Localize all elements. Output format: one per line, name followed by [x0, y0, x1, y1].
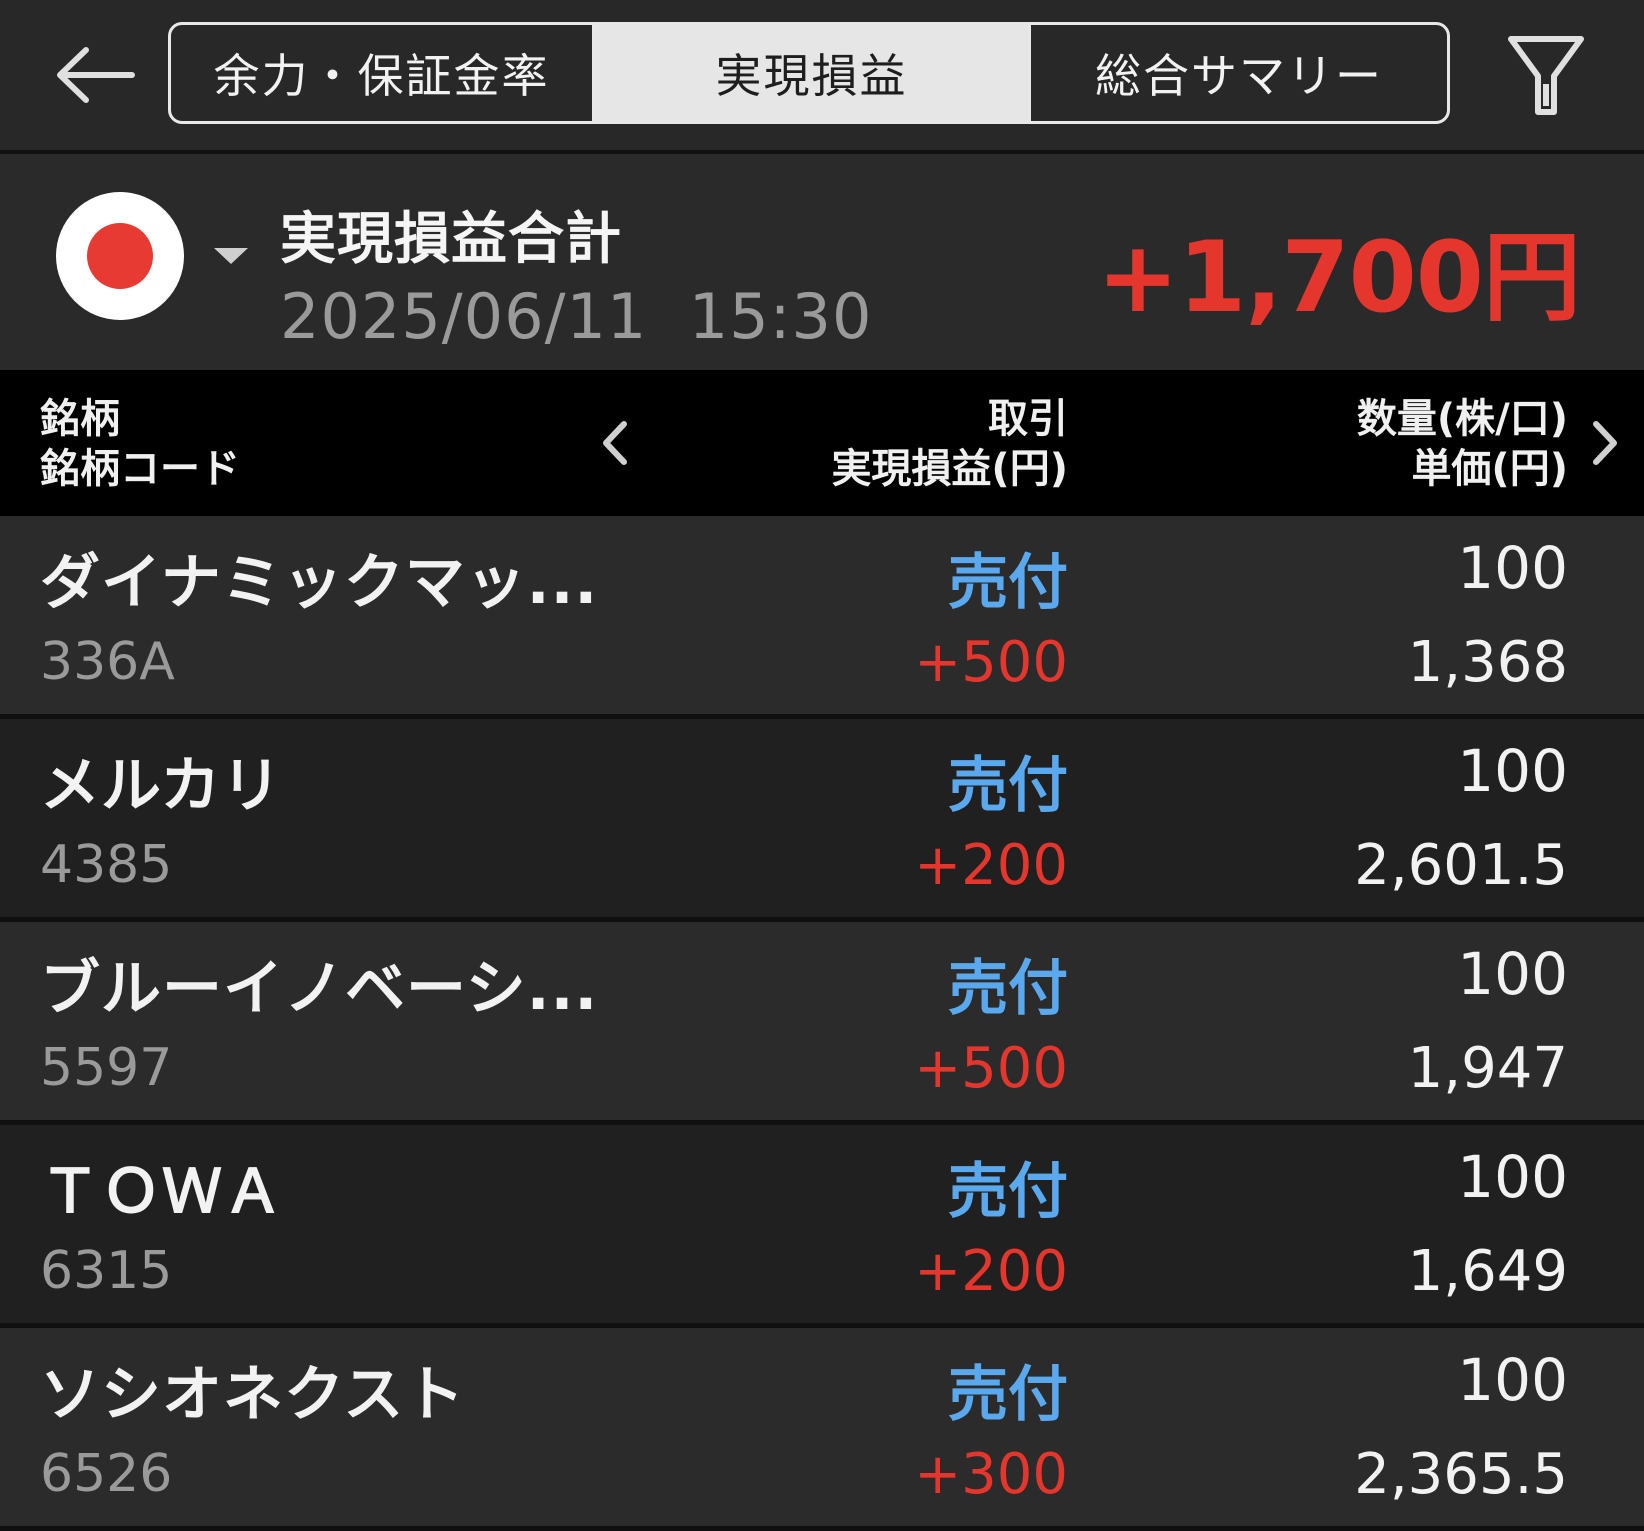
quantity: 100 [1457, 737, 1568, 805]
market-selector[interactable] [56, 192, 256, 326]
stock-code: 6315 [40, 1241, 173, 1301]
summary-datetime: 2025/06/11 15:30 [280, 280, 873, 353]
summary-title: 実現損益合計 [280, 207, 622, 272]
header-stock: 銘柄 銘柄コード [40, 394, 240, 494]
trade-type: 売付 [948, 954, 1068, 1024]
realized-pl: +200 [914, 1239, 1068, 1304]
filter-icon[interactable] [1506, 34, 1586, 118]
header-qty: 数量(株/口) [1356, 396, 1568, 442]
japan-flag-icon [56, 192, 184, 320]
total-realized-pl: +1,700円 [1096, 221, 1581, 335]
stock-name: ブルーイノベーシ... [40, 954, 599, 1024]
quantity: 100 [1457, 1143, 1568, 1211]
tab-margin-rate[interactable]: 余力・保証金率 [171, 25, 595, 121]
trade-type: 売付 [948, 548, 1068, 618]
trade-type: 売付 [948, 1157, 1068, 1227]
chevron-right-icon[interactable] [1584, 418, 1624, 468]
header-stock-name: 銘柄 [40, 396, 120, 442]
unit-price: 2,601.5 [1354, 833, 1568, 898]
stock-code: 4385 [40, 835, 173, 895]
realized-pl: +500 [914, 1036, 1068, 1101]
quantity: 100 [1457, 534, 1568, 602]
header-realized-pl: 実現損益(円) [831, 446, 1068, 492]
realized-pl: +200 [914, 833, 1068, 898]
caret-down-icon [214, 248, 248, 264]
header-stock-code: 銘柄コード [40, 446, 240, 492]
quantity: 100 [1457, 1346, 1568, 1414]
header-trade-type: 取引 [988, 396, 1068, 442]
table-row[interactable]: ＴＯＷＡ 6315 売付 +200 100 1,649 [0, 1125, 1644, 1328]
realized-pl-summary: 実現損益合計 2025/06/11 15:30 +1,700円 [0, 154, 1644, 370]
header-trade: 取引 実現損益(円) [831, 394, 1068, 494]
trade-type: 売付 [948, 751, 1068, 821]
stock-name: ソシオネクスト [40, 1360, 466, 1430]
table-row[interactable]: ダイナミックマッ... 336A 売付 +500 100 1,368 [0, 516, 1644, 719]
tab-overall-summary[interactable]: 総合サマリー [1031, 25, 1447, 121]
top-bar: 余力・保証金率 実現損益 総合サマリー [0, 0, 1644, 154]
stock-code: 336A [40, 632, 175, 692]
header-unit-price: 単価(円) [1411, 446, 1568, 492]
stock-code: 5597 [40, 1038, 173, 1098]
flag-sun [87, 223, 153, 289]
stock-code: 6526 [40, 1444, 173, 1504]
unit-price: 2,365.5 [1354, 1442, 1568, 1507]
table-row[interactable]: ソシオネクスト 6526 売付 +300 100 2,365.5 [0, 1328, 1644, 1531]
realized-pl-list: ダイナミックマッ... 336A 売付 +500 100 1,368 メルカリ … [0, 516, 1644, 1531]
table-header: 銘柄 銘柄コード 取引 実現損益(円) 数量(株/口) 単価(円) [0, 370, 1644, 516]
quantity: 100 [1457, 940, 1568, 1008]
unit-price: 1,947 [1407, 1036, 1568, 1101]
header-quantity: 数量(株/口) 単価(円) [1357, 394, 1568, 494]
stock-name: ＴＯＷＡ [40, 1157, 284, 1227]
stock-name: ダイナミックマッ... [40, 548, 599, 618]
table-row[interactable]: メルカリ 4385 売付 +200 100 2,601.5 [0, 719, 1644, 922]
unit-price: 1,649 [1407, 1239, 1568, 1304]
unit-price: 1,368 [1407, 630, 1568, 695]
back-arrow-icon[interactable] [52, 40, 142, 110]
realized-pl: +300 [914, 1442, 1068, 1507]
tab-realized-pl[interactable]: 実現損益 [595, 25, 1031, 121]
table-row[interactable]: ブルーイノベーシ... 5597 売付 +500 100 1,947 [0, 922, 1644, 1125]
chevron-left-icon[interactable] [596, 418, 636, 468]
trade-type: 売付 [948, 1360, 1068, 1430]
segmented-tabs: 余力・保証金率 実現損益 総合サマリー [168, 22, 1450, 124]
realized-pl: +500 [914, 630, 1068, 695]
stock-name: メルカリ [40, 751, 283, 821]
